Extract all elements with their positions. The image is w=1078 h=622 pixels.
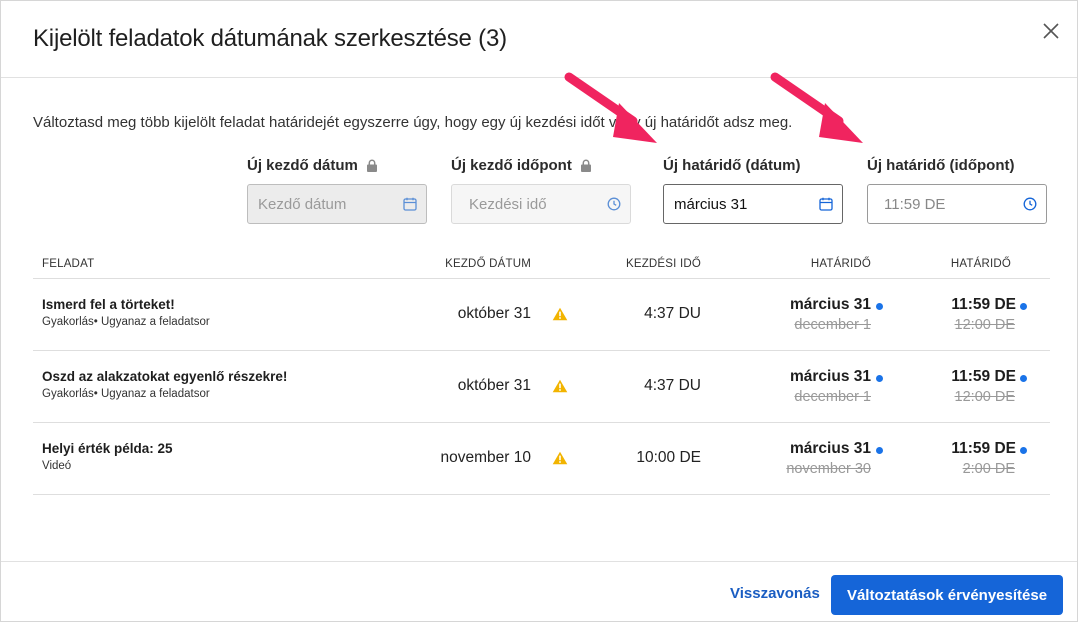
dialog-title: Kijelölt feladatok dátumának szerkesztés… <box>33 25 507 52</box>
due-time-new: 11:59 DE <box>951 368 1016 385</box>
dialog-footer: Visszavonás Változtatások érvényesítése <box>1 561 1077 622</box>
annotation-arrow-icon <box>564 72 657 143</box>
table-row: Oszd az alakzatokat egyenlő részekre! Gy… <box>33 351 1050 423</box>
due-time-label: Új határidő (időpont) <box>867 157 1015 174</box>
due-date-new: március 31 <box>790 368 871 385</box>
lock-icon <box>580 159 591 172</box>
task-name: Oszd az alakzatokat egyenlő részekre! <box>42 369 288 384</box>
changed-dot-icon <box>1020 375 1027 382</box>
due-date-label: Új határidő (dátum) <box>663 157 801 174</box>
clock-icon[interactable] <box>1023 197 1037 211</box>
task-name: Helyi érték példa: 25 <box>42 441 173 456</box>
changed-dot-icon <box>1020 447 1027 454</box>
task-subtitle: Gyakorlás• Ugyanaz a feladatsor <box>42 316 210 328</box>
annotation-arrow-icon <box>770 72 863 143</box>
warning-icon <box>552 307 568 321</box>
start-time-input: Kezdési idő <box>451 184 631 224</box>
due-date-old: december 1 <box>794 389 871 405</box>
start-time: 4:37 DU <box>644 377 701 394</box>
table-header: FELADAT KEZDŐ DÁTUM KEZDÉSI IDŐ HATÁRIDŐ… <box>33 250 1050 279</box>
changed-dot-icon <box>1020 303 1027 310</box>
start-date: november 10 <box>440 449 531 466</box>
start-time: 4:37 DU <box>644 305 701 322</box>
calendar-icon[interactable] <box>819 197 833 211</box>
column-start-date: KEZDŐ DÁTUM <box>445 258 531 270</box>
changed-dot-icon <box>876 447 883 454</box>
due-date-new: március 31 <box>790 440 871 457</box>
start-date-input: Kezdő dátum <box>247 184 427 224</box>
due-time-new: 11:59 DE <box>951 440 1016 457</box>
start-time: 10:00 DE <box>636 449 701 466</box>
task-name: Ismerd fel a törteket! <box>42 297 175 312</box>
due-date-new: március 31 <box>790 296 871 313</box>
due-time-old: 2:00 DE <box>962 461 1015 477</box>
start-time-label: Új kezdő időpont <box>451 157 592 174</box>
column-due-date: HATÁRIDŐ <box>810 258 871 270</box>
changed-dot-icon <box>876 375 883 382</box>
due-time-new: 11:59 DE <box>951 296 1016 313</box>
calendar-icon <box>403 197 417 211</box>
apply-changes-button[interactable]: Változtatások érvényesítése <box>831 575 1063 615</box>
table-row: Helyi érték példa: 25 Videó november 10 … <box>33 423 1050 495</box>
column-task: FELADAT <box>42 258 95 270</box>
dialog-description: Változtasd meg több kijelölt feladat hat… <box>33 114 793 131</box>
start-date-label: Új kezdő dátum <box>247 157 378 174</box>
lock-icon <box>366 159 377 172</box>
cancel-button[interactable]: Visszavonás <box>730 585 820 602</box>
start-date: október 31 <box>457 377 531 394</box>
edit-dates-dialog: Kijelölt feladatok dátumának szerkesztés… <box>0 0 1078 622</box>
changed-dot-icon <box>876 303 883 310</box>
dialog-header: Kijelölt feladatok dátumának szerkesztés… <box>1 1 1077 78</box>
due-date-old: december 1 <box>794 317 871 333</box>
due-date-old: november 30 <box>786 461 871 477</box>
clock-icon <box>607 197 621 211</box>
task-subtitle: Videó <box>42 460 72 472</box>
table-row: Ismerd fel a törteket! Gyakorlás• Ugyana… <box>33 279 1050 351</box>
due-time-input[interactable]: 11:59 DE <box>867 184 1047 224</box>
warning-icon <box>552 451 568 465</box>
column-due-time: HATÁRIDŐ <box>950 258 1011 270</box>
start-date: október 31 <box>457 305 531 322</box>
task-subtitle: Gyakorlás• Ugyanaz a feladatsor <box>42 388 210 400</box>
close-icon[interactable] <box>1041 21 1061 41</box>
tasks-table: FELADAT KEZDŐ DÁTUM KEZDÉSI IDŐ HATÁRIDŐ… <box>33 250 1050 495</box>
column-start-time: KEZDÉSI IDŐ <box>625 258 701 270</box>
due-time-old: 12:00 DE <box>954 317 1015 333</box>
warning-icon <box>552 379 568 393</box>
due-date-input[interactable]: március 31 <box>663 184 843 224</box>
due-time-old: 12:00 DE <box>954 389 1015 405</box>
